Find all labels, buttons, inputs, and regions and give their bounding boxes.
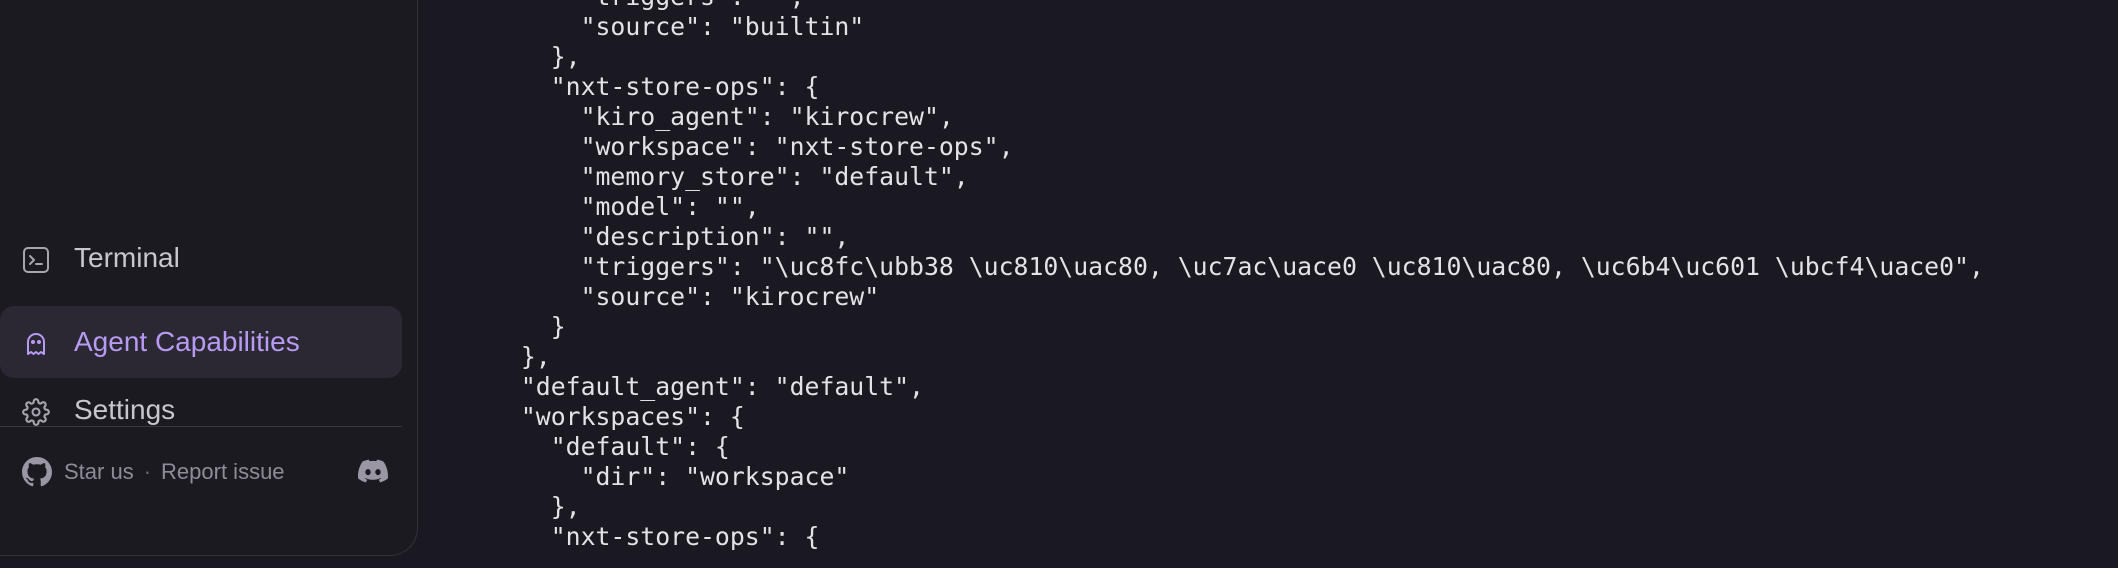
code-line: "default_agent": "default", <box>491 372 924 401</box>
sidebar: Terminal Agent Capabilities Settings Sta… <box>0 0 418 556</box>
sidebar-divider <box>0 426 402 427</box>
nav-label-terminal: Terminal <box>74 242 180 273</box>
terminal-icon <box>22 246 50 274</box>
report-issue-link[interactable]: Report issue <box>161 459 285 485</box>
nav-item-terminal[interactable]: Terminal <box>0 222 402 294</box>
code-line: }, <box>491 492 581 521</box>
code-line: "source": "builtin" <box>491 12 865 41</box>
code-line: "nxt-store-ops": { <box>491 522 820 551</box>
code-line: "workspace": "nxt-store-ops", <box>491 132 1014 161</box>
nav-item-agent-capabilities[interactable]: Agent Capabilities <box>0 306 402 378</box>
code-line: }, <box>491 42 581 71</box>
code-line: "triggers": "", <box>491 0 1984 12</box>
code-line: "source": "kirocrew" <box>491 282 880 311</box>
code-line: "triggers": "\uc8fc\ubb38 \uc810\uac80, … <box>491 252 1984 281</box>
code-line: }, <box>491 342 551 371</box>
ghost-icon <box>22 330 50 358</box>
github-icon[interactable] <box>22 457 52 487</box>
code-line: "kiro_agent": "kirocrew", <box>491 102 954 131</box>
code-line: } <box>491 312 566 341</box>
code-line: "dir": "workspace" <box>491 462 850 491</box>
nav-label-settings: Settings <box>74 394 176 425</box>
config-json-text: "triggers": "", "source": "builtin" }, "… <box>491 0 1984 552</box>
nav-label-agent-capabilities: Agent Capabilities <box>74 326 300 357</box>
footer-separator: · <box>143 459 152 484</box>
code-line: "description": "", <box>491 222 850 251</box>
star-us-link[interactable]: Star us <box>64 459 134 485</box>
code-line: "nxt-store-ops": { <box>491 72 820 101</box>
code-line: "default": { <box>491 432 730 461</box>
config-code-view[interactable]: "triggers": "", "source": "builtin" }, "… <box>419 0 2118 568</box>
sidebar-footer: Star us · Report issue <box>22 452 285 492</box>
code-line: "model": "", <box>491 192 760 221</box>
gear-icon <box>22 398 50 426</box>
discord-icon[interactable] <box>356 456 390 486</box>
code-line: "workspaces": { <box>491 402 745 431</box>
code-line: "memory_store": "default", <box>491 162 969 191</box>
nav-item-settings[interactable]: Settings <box>0 374 402 446</box>
